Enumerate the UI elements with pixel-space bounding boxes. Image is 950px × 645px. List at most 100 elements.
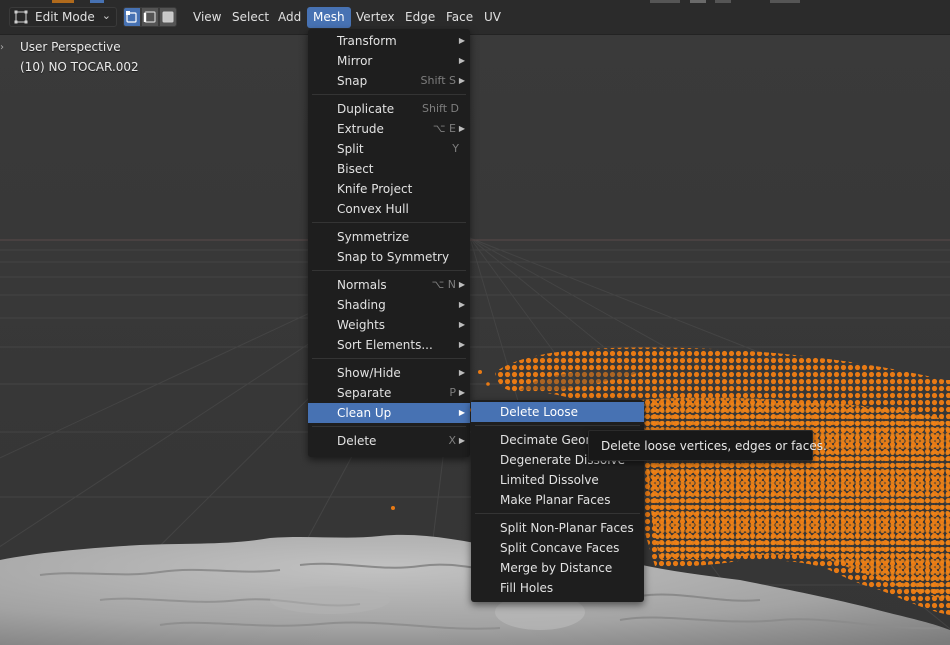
sidebar-toggle-icon[interactable]: ›	[0, 42, 8, 58]
menu-item-label: Extrude	[337, 122, 384, 136]
submenu-arrow-icon: ▶	[458, 56, 465, 65]
menu-select[interactable]: Select	[226, 7, 275, 28]
menu-item-mirror[interactable]: Mirror ▶	[308, 51, 470, 71]
menu-item-label: Weights	[337, 318, 386, 332]
vertex-select-button[interactable]	[123, 7, 141, 27]
menu-shortcut: P	[449, 386, 456, 399]
chevron-down-icon: ⌄	[101, 9, 111, 22]
submenu-arrow-icon: ▶	[458, 320, 465, 329]
menu-item-label: Delete Loose	[500, 405, 579, 419]
menu-item-label: Snap to Symmetry	[337, 250, 450, 264]
menu-item-label: Knife Project	[337, 182, 413, 196]
menu-item-label: Separate	[337, 386, 392, 400]
menu-item-normals[interactable]: Normals ⌥ N ▶	[308, 275, 470, 295]
menu-edge[interactable]: Edge	[399, 7, 441, 28]
menu-item-weights[interactable]: Weights ▶	[308, 315, 470, 335]
submenu-arrow-icon: ▶	[458, 76, 465, 85]
menu-item-bisect[interactable]: Bisect	[308, 159, 470, 179]
menu-item-label: Make Planar Faces	[500, 493, 611, 507]
menu-item-extrude[interactable]: Extrude ⌥ E ▶	[308, 119, 470, 139]
menu-item-delete[interactable]: Delete X ▶	[308, 431, 470, 451]
menu-item-split[interactable]: Split Y	[308, 139, 470, 159]
menu-item-limited-dissolve[interactable]: Limited Dissolve	[471, 470, 644, 490]
menu-separator	[475, 425, 640, 426]
menu-item-transform[interactable]: Transform ▶	[308, 31, 470, 51]
header-top-fragment	[90, 0, 104, 3]
mesh-menu: Transform ▶ Mirror ▶ Snap Shift S ▶ Duplicat…	[308, 29, 470, 457]
menu-shortcut: ⌥ N	[431, 278, 456, 291]
menu-item-split-non-planar-faces[interactable]: Split Non-Planar Faces	[471, 518, 644, 538]
menu-shortcut: Y	[452, 142, 459, 155]
menu-shortcut: X	[448, 434, 456, 447]
menu-item-symmetrize[interactable]: Symmetrize	[308, 227, 470, 247]
menu-item-label: Fill Holes	[500, 581, 554, 595]
edge-select-icon	[143, 11, 156, 23]
vertex-select-icon	[126, 11, 137, 23]
menu-item-label: Split	[337, 142, 364, 156]
menu-vertex[interactable]: Vertex	[350, 7, 401, 28]
edge-select-button[interactable]	[141, 7, 159, 27]
menu-item-label: Snap	[337, 74, 368, 88]
menu-shortcut: Shift D	[422, 102, 459, 115]
submenu-arrow-icon: ▶	[458, 340, 465, 349]
header-top-fragment	[52, 0, 74, 3]
menu-item-snap[interactable]: Snap Shift S ▶	[308, 71, 470, 91]
menu-item-clean-up[interactable]: Clean Up ▶	[308, 403, 470, 423]
menu-item-delete-loose[interactable]: Delete Loose	[471, 402, 644, 422]
menu-item-make-planar-faces[interactable]: Make Planar Faces	[471, 490, 644, 510]
menu-separator	[312, 426, 466, 427]
menu-view[interactable]: View	[187, 7, 227, 28]
menu-item-label: Split Concave Faces	[500, 541, 620, 555]
menu-item-snap-to-symmetry[interactable]: Snap to Symmetry	[308, 247, 470, 267]
menu-add[interactable]: Add	[272, 7, 307, 28]
menu-item-convex-hull[interactable]: Convex Hull	[308, 199, 470, 219]
menu-item-label: Split Non-Planar Faces	[500, 521, 634, 535]
menu-item-label: Normals	[337, 278, 387, 292]
menu-shortcut: Shift S	[420, 74, 456, 87]
submenu-arrow-icon: ▶	[458, 368, 465, 377]
object-name: (10) NO TOCAR.002	[20, 60, 139, 74]
menu-item-label: Transform	[337, 34, 397, 48]
face-select-button[interactable]	[159, 7, 177, 27]
menu-item-label: Clean Up	[337, 406, 392, 420]
menu-item-label: Mirror	[337, 54, 373, 68]
menu-item-fill-holes[interactable]: Fill Holes	[471, 578, 644, 598]
viewport-header: Edit Mode ⌄ View Select Add Mesh Vertex …	[0, 0, 950, 35]
menu-item-label: Shading	[337, 298, 386, 312]
menu-item-label: Bisect	[337, 162, 374, 176]
submenu-arrow-icon: ▶	[458, 36, 465, 45]
submenu-arrow-icon: ▶	[458, 388, 465, 397]
mode-dropdown[interactable]: Edit Mode ⌄	[9, 7, 117, 27]
menu-item-show-hide[interactable]: Show/Hide ▶	[308, 363, 470, 383]
menu-uv[interactable]: UV	[478, 7, 507, 28]
header-top-fragment	[715, 0, 731, 3]
menu-item-label: Merge by Distance	[500, 561, 613, 575]
submenu-arrow-icon: ▶	[458, 436, 465, 445]
submenu-arrow-icon: ▶	[458, 300, 465, 309]
menu-item-shading[interactable]: Shading ▶	[308, 295, 470, 315]
menu-item-label: Show/Hide	[337, 366, 401, 380]
menu-item-label: Delete	[337, 434, 377, 448]
view-name: User Perspective	[20, 40, 121, 54]
menu-separator	[312, 358, 466, 359]
header-top-fragment	[770, 0, 800, 3]
menu-separator	[312, 270, 466, 271]
header-top-fragment	[650, 0, 680, 3]
submenu-arrow-icon: ▶	[458, 408, 465, 417]
header-top-fragment	[690, 0, 706, 3]
menu-item-label: Duplicate	[337, 102, 395, 116]
menu-item-knife-project[interactable]: Knife Project	[308, 179, 470, 199]
menu-item-duplicate[interactable]: Duplicate Shift D	[308, 99, 470, 119]
menu-item-separate[interactable]: Separate P ▶	[308, 383, 470, 403]
menu-item-split-concave-faces[interactable]: Split Concave Faces	[471, 538, 644, 558]
menu-item-label: Convex Hull	[337, 202, 409, 216]
menu-item-merge-by-distance[interactable]: Merge by Distance	[471, 558, 644, 578]
menu-separator	[312, 222, 466, 223]
menu-mesh[interactable]: Mesh	[307, 7, 351, 28]
menu-item-sort-elements[interactable]: Sort Elements... ▶	[308, 335, 470, 355]
submenu-arrow-icon: ▶	[458, 124, 465, 133]
menu-item-label: Limited Dissolve	[500, 473, 599, 487]
edit-mode-icon	[14, 10, 28, 24]
menu-face[interactable]: Face	[440, 7, 479, 28]
menu-separator	[475, 513, 640, 514]
